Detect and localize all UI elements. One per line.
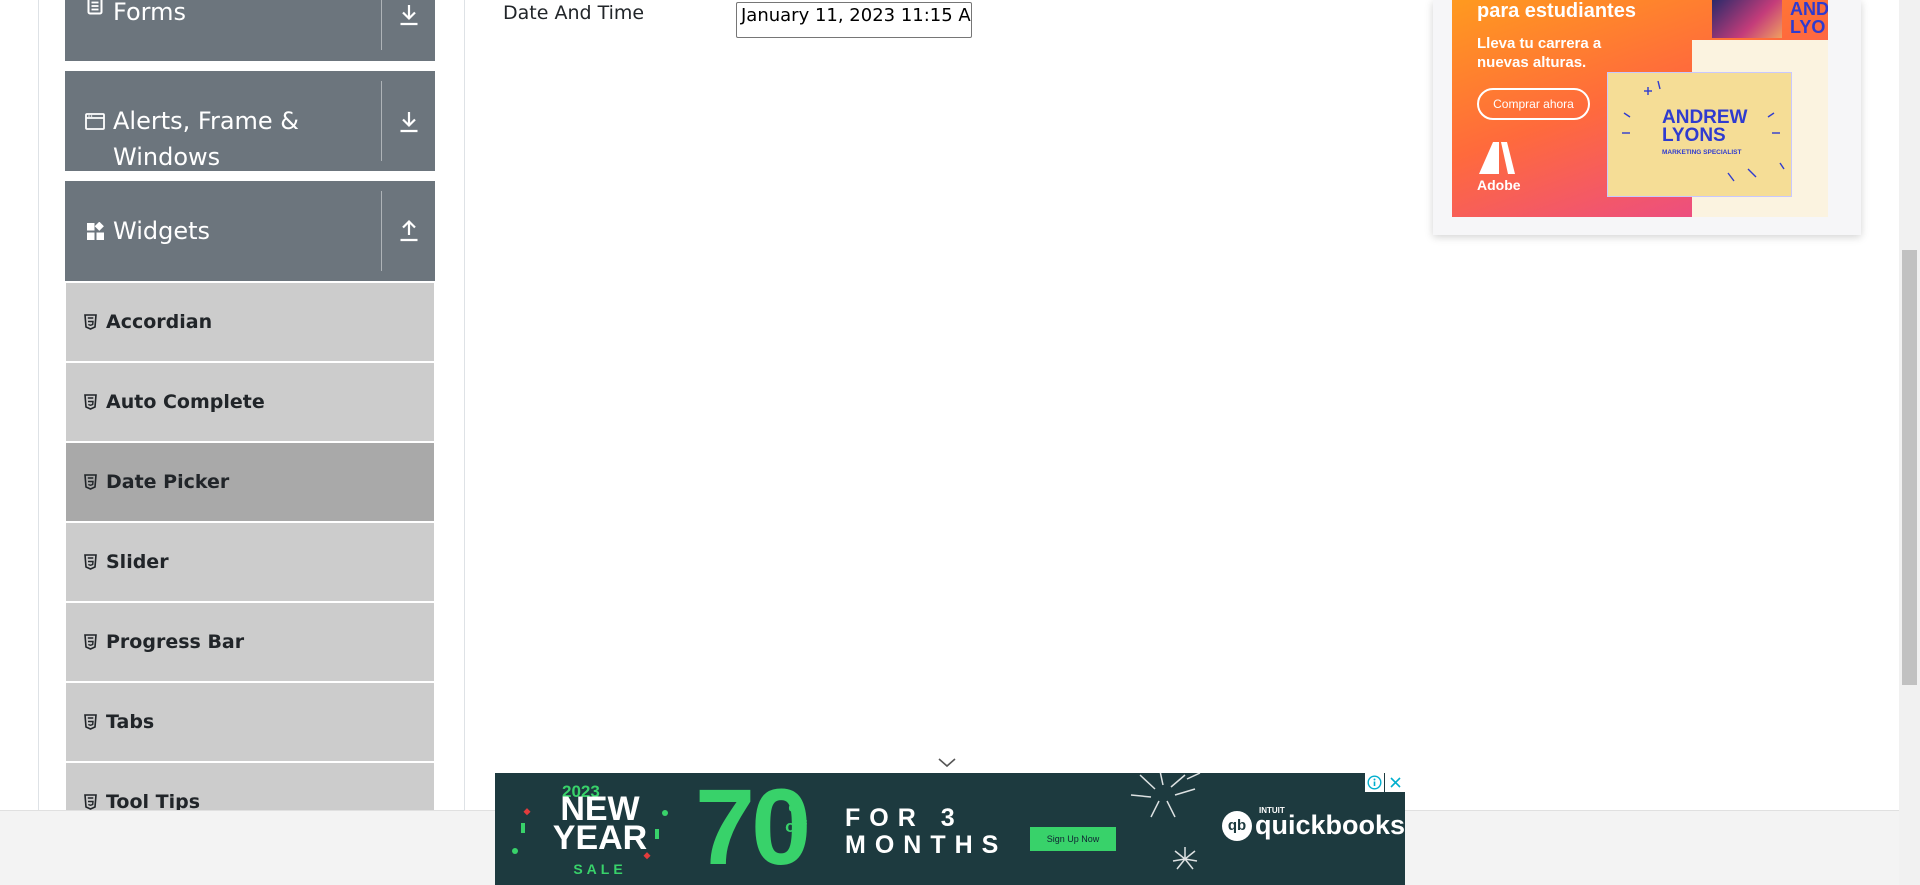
sign-up-button[interactable]: Sign Up Now [1030, 827, 1116, 851]
html5-icon [83, 633, 97, 651]
window-icon [85, 110, 105, 132]
date-time-input[interactable]: January 11, 2023 11:15 AM [736, 2, 972, 38]
html5-icon [83, 313, 97, 331]
ad-headline: para estudiantes [1477, 0, 1636, 22]
qb-percent: % off [785, 801, 807, 836]
menu-item-label: Tabs [106, 711, 155, 733]
group-label-widgets: Widgets [113, 217, 211, 245]
business-card-image: ANDREW LYONS MARKETING SPECIALIST [1607, 72, 1792, 197]
group-divider [381, 81, 382, 161]
menu-item-slider[interactable]: Slider [66, 523, 434, 601]
adobe-brand-text: Adobe [1477, 177, 1521, 193]
menu-item-label: Progress Bar [106, 631, 245, 653]
html5-icon [83, 553, 97, 571]
portrait-image [1712, 0, 1782, 38]
card-name: ANDREW LYONS [1662, 107, 1748, 146]
qb-headline: NEW YEAR [552, 790, 648, 857]
qb-sale: SALE [573, 861, 627, 877]
adobe-ad-creative: AND LYO para estudiantes Lleva tu carrer… [1452, 0, 1828, 217]
upload-arrow-icon[interactable] [396, 216, 422, 246]
close-icon[interactable] [1385, 773, 1405, 792]
ad-top-name: AND LYO [1790, 0, 1828, 36]
ad-subtext: Lleva tu carrera a nuevas alturas. [1477, 35, 1602, 71]
menu-item-progress-bar[interactable]: Progress Bar [66, 603, 434, 681]
card-role: MARKETING SPECIALIST [1662, 149, 1742, 156]
html5-icon [83, 713, 97, 731]
group-divider [381, 191, 382, 271]
widgets-icon [85, 220, 105, 242]
buy-now-button[interactable]: Comprar ahora [1477, 88, 1590, 120]
adobe-ad[interactable]: AND LYO para estudiantes Lleva tu carrer… [1433, 0, 1861, 235]
menu-item-label: Auto Complete [106, 391, 265, 413]
html5-icon [83, 393, 97, 411]
menu-item-label: Date Picker [106, 471, 230, 493]
html5-icon [83, 793, 97, 811]
download-arrow-icon[interactable] [396, 0, 422, 30]
intuit-text: INTUIT [1259, 806, 1285, 815]
group-label-forms: Forms [113, 0, 186, 26]
quickbooks-logo: qb INTUIT quickbooks [1222, 806, 1405, 841]
menu-item-label: Slider [106, 551, 169, 573]
form-icon [85, 0, 105, 16]
menu-item-label: Accordian [106, 311, 213, 333]
menu-item-accordian[interactable]: Accordian [66, 283, 434, 361]
page: Forms Alerts, Frame & Windows Widgets Ac… [0, 0, 1920, 885]
group-header-widgets-content: Widgets [85, 181, 375, 281]
download-arrow-icon[interactable] [396, 107, 422, 137]
quickbooks-logo-icon: qb [1222, 810, 1252, 841]
scrollbar-thumb[interactable] [1902, 250, 1917, 685]
qb-duration: FOR 3 MONTHS [845, 804, 1008, 859]
chevron-down-icon[interactable] [935, 753, 959, 773]
group-header-forms-content: Forms [85, 0, 375, 55]
html5-icon [83, 473, 97, 491]
group-header-forms[interactable]: Forms [65, 0, 435, 61]
date-time-label: Date And Time [503, 2, 645, 24]
group-header-alerts[interactable]: Alerts, Frame & Windows [65, 71, 435, 171]
menu-item-auto-complete[interactable]: Auto Complete [66, 363, 434, 441]
info-icon[interactable] [1365, 773, 1384, 792]
quickbooks-ad[interactable]: 2023 NEW YEAR SALE 70 % off FOR 3 MONTHS… [495, 773, 1405, 885]
group-header-widgets[interactable]: Widgets [65, 181, 435, 281]
group-divider [381, 0, 382, 50]
group-label-alerts: Alerts, Frame & Windows [113, 107, 300, 171]
menu-item-date-picker[interactable]: Date Picker [66, 443, 434, 521]
menu-item-tabs[interactable]: Tabs [66, 683, 434, 761]
